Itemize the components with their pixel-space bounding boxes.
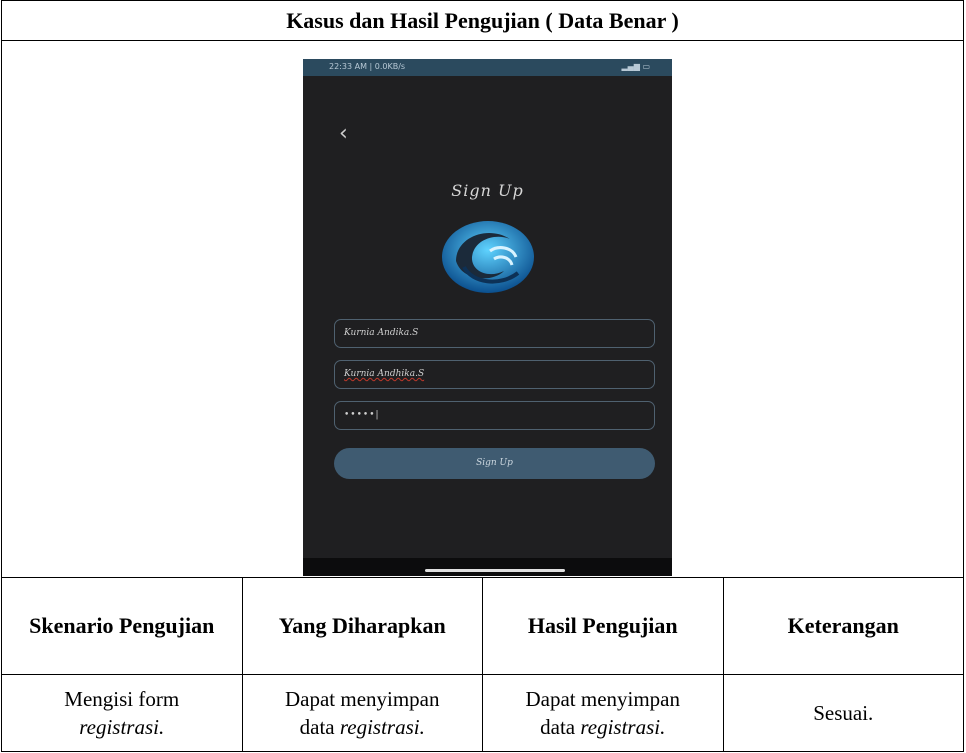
cell-hasil-line1: Dapat menyimpan bbox=[525, 686, 681, 711]
cell-hasil-pre: data bbox=[540, 715, 581, 739]
sign-up-button-label: Sign Up bbox=[476, 458, 513, 468]
cell-skenario-line1: Mengisi form bbox=[64, 686, 180, 711]
status-time: 22:33 AM | 0.0KB/s bbox=[329, 62, 406, 71]
password-field-value: •••••| bbox=[344, 410, 380, 420]
status-bar: 22:33 AM | 0.0KB/s ▂▄▆ ▭ bbox=[303, 59, 672, 76]
navigation-bar bbox=[303, 558, 672, 576]
cell-skenario-line2: registrasi. bbox=[79, 715, 165, 739]
username-field-value: Kurnia Andhika.S bbox=[344, 369, 425, 379]
test-result-table: Skenario Pengujian Yang Diharapkan Hasil… bbox=[1, 577, 964, 752]
password-field[interactable]: •••••| bbox=[334, 401, 655, 430]
phone-screenshot: 22:33 AM | 0.0KB/s ▂▄▆ ▭ ‹ Sign Up Kurni… bbox=[303, 59, 672, 576]
name-field[interactable]: Kurnia Andika.S bbox=[334, 319, 655, 348]
header-yang-diharapkan: Yang Diharapkan bbox=[241, 577, 483, 675]
signal-battery-icon: ▂▄▆ ▭ bbox=[621, 62, 650, 71]
cell-hasil: Dapat menyimpan data registrasi. bbox=[482, 674, 724, 752]
cell-hasil-em: registrasi. bbox=[580, 715, 666, 739]
table-row: Mengisi form registrasi. Dapat menyimpan… bbox=[1, 674, 964, 752]
chevron-left-icon[interactable]: ‹ bbox=[339, 121, 348, 146]
home-gesture-bar[interactable] bbox=[425, 569, 565, 572]
cell-diharapkan-pre: data bbox=[299, 715, 340, 739]
name-field-value: Kurnia Andika.S bbox=[344, 328, 419, 338]
table-title: Kasus dan Hasil Pengujian ( Data Benar ) bbox=[1, 0, 964, 41]
screen-title: Sign Up bbox=[451, 181, 524, 200]
header-hasil: Hasil Pengujian bbox=[482, 577, 724, 675]
cell-keterangan: Sesuai. bbox=[722, 674, 964, 752]
table-header-row: Skenario Pengujian Yang Diharapkan Hasil… bbox=[1, 577, 964, 675]
sign-up-button[interactable]: Sign Up bbox=[334, 448, 655, 479]
cell-skenario: Mengisi form registrasi. bbox=[1, 674, 243, 752]
cell-diharapkan-em: registrasi. bbox=[339, 715, 425, 739]
cell-diharapkan-line1: Dapat menyimpan bbox=[284, 686, 440, 711]
header-skenario: Skenario Pengujian bbox=[1, 577, 243, 675]
header-keterangan: Keterangan bbox=[722, 577, 964, 675]
water-wave-logo-icon bbox=[442, 221, 534, 293]
username-field[interactable]: Kurnia Andhika.S bbox=[334, 360, 655, 389]
table-title-text: Kasus dan Hasil Pengujian ( Data Benar ) bbox=[286, 7, 679, 33]
cell-diharapkan: Dapat menyimpan data registrasi. bbox=[241, 674, 483, 752]
screenshot-cell: 22:33 AM | 0.0KB/s ▂▄▆ ▭ ‹ Sign Up Kurni… bbox=[1, 40, 964, 577]
